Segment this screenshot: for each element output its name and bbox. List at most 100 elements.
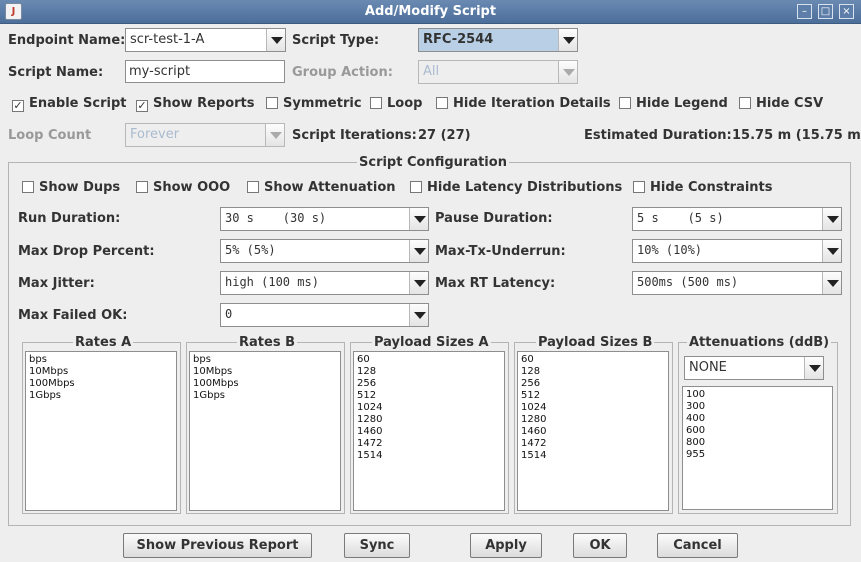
checkbox-icon[interactable] [739,97,751,109]
cancel-button[interactable]: Cancel [657,533,738,558]
ok-button[interactable]: OK [573,533,627,558]
chevron-down-icon[interactable] [409,304,428,326]
rates-b-list[interactable]: bps 10Mbps 100Mbps 1Gbps [189,351,341,511]
endpoint-name-combo[interactable]: scr-test-1-A [125,28,286,52]
script-type-combo[interactable]: RFC-2544 [418,28,578,52]
checkbox-icon[interactable]: ✓ [12,100,24,112]
sync-button[interactable]: Sync [344,533,410,558]
hide-legend-checkbox[interactable]: Hide Legend [619,96,728,111]
checkbox-icon[interactable] [633,181,645,193]
chevron-down-icon[interactable] [822,208,841,230]
apply-button[interactable]: Apply [470,533,542,558]
payload-sizes-b-list[interactable]: 60 128 256 512 1024 1280 1460 1472 1514 [517,351,669,511]
list-item[interactable]: 1514 [357,450,501,462]
chevron-down-icon[interactable] [409,240,428,262]
list-item[interactable]: 128 [521,366,665,378]
list-item[interactable]: 1280 [521,414,665,426]
show-previous-report-button[interactable]: Show Previous Report [123,533,312,558]
maximize-icon[interactable]: □ [818,4,833,19]
hide-latency-distributions-checkbox[interactable]: Hide Latency Distributions [410,180,622,195]
chevron-down-icon[interactable] [558,61,577,83]
chevron-down-icon[interactable] [409,272,428,294]
chevron-down-icon[interactable] [409,208,428,230]
close-icon[interactable]: × [839,4,854,19]
list-item[interactable]: 1472 [521,438,665,450]
symmetric-checkbox[interactable]: Symmetric [266,96,362,111]
list-item[interactable]: 60 [521,354,665,366]
list-item[interactable]: 512 [521,390,665,402]
checkbox-icon[interactable] [22,181,34,193]
rates-a-list[interactable]: bps 10Mbps 100Mbps 1Gbps [25,351,177,511]
list-item[interactable]: 1514 [521,450,665,462]
checkbox-icon[interactable] [436,97,448,109]
checkbox-icon[interactable] [410,181,422,193]
list-item[interactable]: 256 [357,378,501,390]
title-bar[interactable]: J Add/Modify Script – □ × [0,0,861,24]
chevron-down-icon[interactable] [804,357,823,379]
max-failed-ok-label: Max Failed OK: [18,308,128,323]
list-item[interactable]: 10Mbps [193,366,337,378]
checkbox-icon[interactable] [247,181,259,193]
checkbox-icon[interactable] [619,97,631,109]
chevron-down-icon[interactable] [558,29,577,51]
attenuations-list[interactable]: 100 300 400 600 800 955 [682,386,833,510]
list-item[interactable]: 100Mbps [29,378,173,390]
max-jitter-combo[interactable]: high (100 ms) [220,271,429,295]
show-attenuation-checkbox[interactable]: Show Attenuation [247,180,396,195]
list-item[interactable]: bps [193,354,337,366]
run-duration-combo[interactable]: 30 s (30 s) [220,207,429,231]
max-rt-latency-combo[interactable]: 500ms (500 ms) [632,271,842,295]
list-item[interactable]: 1024 [521,402,665,414]
list-item[interactable]: 1024 [357,402,501,414]
hide-iteration-details-checkbox[interactable]: Hide Iteration Details [436,96,611,111]
show-reports-checkbox[interactable]: ✓ Show Reports [136,96,255,112]
list-item[interactable]: 100 [686,389,829,401]
payload-sizes-b-title: Payload Sizes B [536,335,655,350]
list-item[interactable]: 128 [357,366,501,378]
list-item[interactable]: 10Mbps [29,366,173,378]
script-name-input[interactable]: my-script [125,60,285,83]
list-item[interactable]: 1Gbps [193,390,337,402]
payload-sizes-a-list[interactable]: 60 128 256 512 1024 1280 1460 1472 1514 [353,351,505,511]
max-failed-ok-combo[interactable]: 0 [220,303,429,327]
chevron-down-icon[interactable] [822,240,841,262]
list-item[interactable]: 1460 [357,426,501,438]
loop-checkbox[interactable]: Loop [370,96,422,111]
rates-a-title: Rates A [73,335,134,350]
run-duration-label: Run Duration: [18,211,121,226]
list-item[interactable]: 100Mbps [193,378,337,390]
list-item[interactable]: 256 [521,378,665,390]
checkbox-icon[interactable]: ✓ [136,100,148,112]
group-action-combo[interactable]: All [418,60,578,84]
loop-count-combo[interactable]: Forever [125,123,285,147]
checkbox-icon[interactable] [370,97,382,109]
list-item[interactable]: 1460 [521,426,665,438]
list-item[interactable]: 512 [357,390,501,402]
hide-csv-checkbox[interactable]: Hide CSV [739,96,823,111]
attenuations-combo[interactable]: NONE [684,356,824,380]
enable-script-checkbox[interactable]: ✓ Enable Script [12,96,126,112]
list-item[interactable]: 1472 [357,438,501,450]
minimize-icon[interactable]: – [797,4,812,19]
list-item[interactable]: 1280 [357,414,501,426]
max-drop-percent-combo[interactable]: 5% (5%) [220,239,429,263]
hide-constraints-checkbox[interactable]: Hide Constraints [633,180,773,195]
max-tx-underrun-combo[interactable]: 10% (10%) [632,239,842,263]
list-item[interactable]: 600 [686,425,829,437]
checkbox-icon[interactable] [266,97,278,109]
list-item[interactable]: bps [29,354,173,366]
list-item[interactable]: 800 [686,437,829,449]
max-jitter-label: Max Jitter: [18,276,95,291]
show-ooo-checkbox[interactable]: Show OOO [136,180,230,195]
chevron-down-icon[interactable] [265,124,284,146]
list-item[interactable]: 955 [686,449,829,461]
chevron-down-icon[interactable] [822,272,841,294]
list-item[interactable]: 60 [357,354,501,366]
chevron-down-icon[interactable] [266,29,285,51]
checkbox-icon[interactable] [136,181,148,193]
list-item[interactable]: 300 [686,401,829,413]
list-item[interactable]: 400 [686,413,829,425]
pause-duration-combo[interactable]: 5 s (5 s) [632,207,842,231]
show-dups-checkbox[interactable]: Show Dups [22,180,120,195]
list-item[interactable]: 1Gbps [29,390,173,402]
